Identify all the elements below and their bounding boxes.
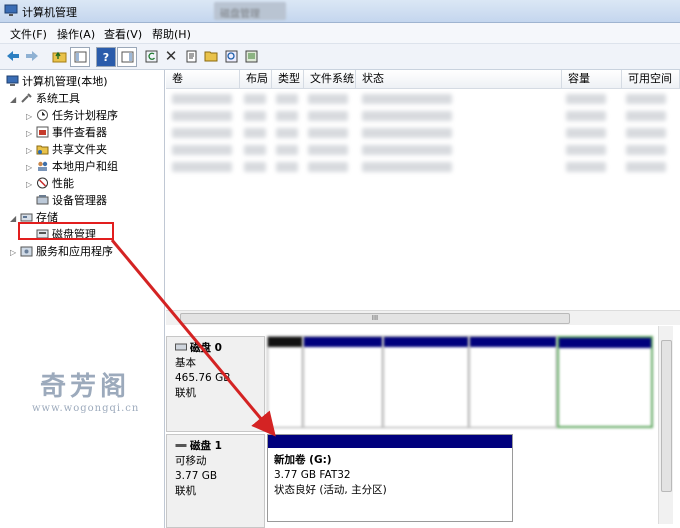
annotation-arrow — [110, 239, 276, 437]
